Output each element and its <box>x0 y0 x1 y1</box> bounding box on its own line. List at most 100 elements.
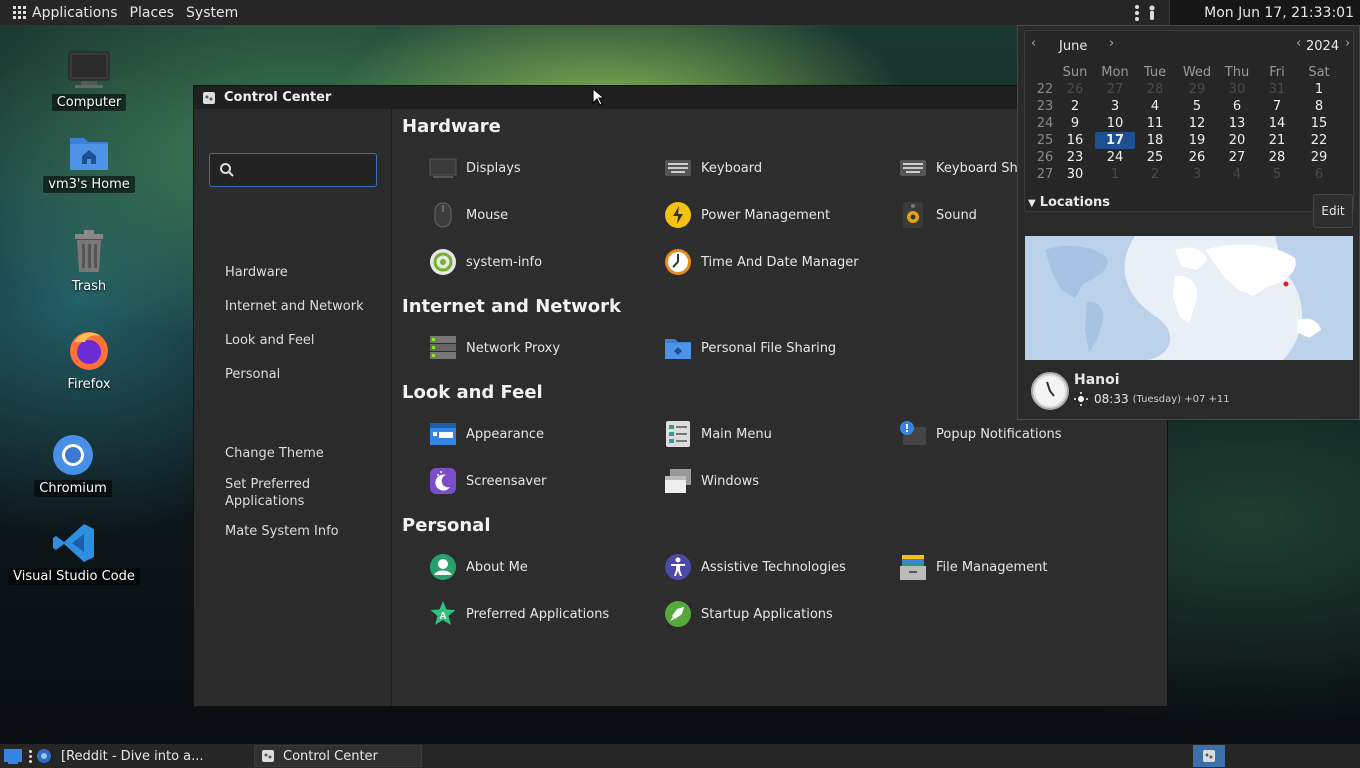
sidebar-link-look-feel[interactable]: Look and Feel <box>225 332 315 349</box>
show-desktop-icon[interactable] <box>3 747 23 765</box>
item-about-me[interactable]: About Me <box>429 552 528 582</box>
calendar-day[interactable]: 8 <box>1299 98 1339 115</box>
item-main-menu[interactable]: Main Menu <box>664 419 772 449</box>
calendar-day[interactable]: 1 <box>1299 81 1339 98</box>
calendar-day[interactable]: 9 <box>1055 115 1095 132</box>
item-assistive-technologies[interactable]: Assistive Technologies <box>664 552 846 582</box>
item-windows[interactable]: Windows <box>664 466 759 496</box>
item-time-date-manager[interactable]: Time And Date Manager <box>664 247 859 277</box>
edit-locations-button[interactable]: Edit <box>1313 194 1353 228</box>
calendar-day[interactable]: 5 <box>1177 98 1217 115</box>
calendar-day[interactable]: 3 <box>1095 98 1135 115</box>
calendar-day[interactable]: 26 <box>1177 149 1217 166</box>
calendar-day[interactable]: 31 <box>1257 81 1297 98</box>
more-options-icon[interactable] <box>1135 4 1140 21</box>
calendar-day[interactable]: 29 <box>1299 149 1339 166</box>
calendar-day[interactable]: 3 <box>1177 166 1217 183</box>
desktop-icon-computer[interactable]: Computer <box>51 50 127 111</box>
calendar-day[interactable]: 2 <box>1135 166 1175 183</box>
calendar-day[interactable]: 1 <box>1095 166 1135 183</box>
calendar-day[interactable]: 18 <box>1135 132 1175 149</box>
bottom-panel: [Reddit - Dive into a... Control Center <box>0 744 1360 768</box>
desktop-icon-firefox[interactable]: Firefox <box>52 328 126 393</box>
item-appearance[interactable]: Appearance <box>429 419 544 449</box>
calendar-day[interactable]: 16 <box>1055 132 1095 149</box>
clock[interactable]: Mon Jun 17, 21:33:01 <box>1169 0 1360 25</box>
calendar-day[interactable]: 28 <box>1257 149 1297 166</box>
calendar-day[interactable]: 13 <box>1217 115 1257 132</box>
prev-year-icon[interactable]: ‹ <box>1296 36 1301 51</box>
item-label: Keyboard <box>701 160 763 176</box>
sidebar-task-change-theme[interactable]: Change Theme <box>225 445 324 462</box>
calendar-day[interactable]: 19 <box>1177 132 1217 149</box>
item-sound[interactable]: Sound <box>899 200 977 230</box>
search-input[interactable] <box>240 160 370 180</box>
power-icon <box>664 201 692 229</box>
calendar-day[interactable]: 22 <box>1299 132 1339 149</box>
item-keyboard[interactable]: Keyboard <box>664 153 762 183</box>
sidebar-link-personal[interactable]: Personal <box>225 366 280 383</box>
sidebar-task-system-info[interactable]: Mate System Info <box>225 523 339 540</box>
item-popup-notifications[interactable]: Popup Notifications <box>899 419 1062 449</box>
sidebar-task-preferred-apps[interactable]: Set Preferred Applications <box>225 476 335 510</box>
calendar-day[interactable]: 21 <box>1257 132 1297 149</box>
item-keyboard-shortcuts[interactable]: Keyboard Sho <box>899 153 1026 183</box>
calendar-day[interactable]: 27 <box>1217 149 1257 166</box>
calendar-day[interactable]: 24 <box>1095 149 1135 166</box>
home-folder-icon <box>70 138 108 170</box>
item-file-management[interactable]: File Management <box>899 552 1048 582</box>
desktop-icon-label: Visual Studio Code <box>8 568 140 585</box>
calendar-day[interactable]: 29 <box>1177 81 1217 98</box>
calendar-day[interactable]: 2 <box>1055 98 1095 115</box>
calendar-day[interactable]: 15 <box>1299 115 1339 132</box>
calendar-day[interactable]: 30 <box>1217 81 1257 98</box>
calendar-day[interactable]: 25 <box>1135 149 1175 166</box>
calendar-day[interactable]: 11 <box>1135 115 1175 132</box>
calendar-day[interactable]: 12 <box>1177 115 1217 132</box>
item-personal-file-sharing[interactable]: Personal File Sharing <box>664 333 836 363</box>
calendar-day[interactable]: 5 <box>1257 166 1297 183</box>
panel-handle-icon[interactable] <box>29 749 32 763</box>
calendar-day[interactable]: 20 <box>1217 132 1257 149</box>
calendar-day[interactable]: 23 <box>1055 149 1095 166</box>
applications-menu-label: Applications <box>32 4 118 21</box>
item-preferred-applications[interactable]: A Preferred Applications <box>429 599 609 629</box>
task-browser[interactable]: [Reddit - Dive into a... <box>55 745 251 767</box>
item-screensaver[interactable]: Screensaver <box>429 466 546 496</box>
search-field[interactable] <box>209 153 377 187</box>
desktop-icon-home[interactable]: vm3's Home <box>43 132 135 193</box>
calendar-day[interactable]: 10 <box>1095 115 1135 132</box>
calendar-day[interactable]: 30 <box>1055 166 1095 183</box>
next-month-icon[interactable]: › <box>1109 36 1114 51</box>
calendar-day[interactable]: 6 <box>1299 166 1339 183</box>
calendar-day[interactable]: 28 <box>1135 81 1175 98</box>
item-displays[interactable]: Displays <box>429 153 521 183</box>
sidebar-link-hardware[interactable]: Hardware <box>225 264 288 281</box>
desktop-icon-vscode[interactable]: Visual Studio Code <box>8 522 140 585</box>
calendar-day[interactable]: 7 <box>1257 98 1297 115</box>
calendar-day-today[interactable]: 17 <box>1095 132 1135 149</box>
item-network-proxy[interactable]: Network Proxy <box>429 333 560 363</box>
task-control-center[interactable]: Control Center <box>254 745 422 767</box>
calendar-day[interactable]: 6 <box>1217 98 1257 115</box>
applications-menu[interactable]: Applications <box>0 0 124 25</box>
item-system-info[interactable]: system-info <box>429 247 542 277</box>
desktop-icon-chromium[interactable]: Chromium <box>34 434 112 497</box>
desktop-icon-trash[interactable]: Trash <box>52 230 126 295</box>
places-menu[interactable]: Places <box>124 0 181 25</box>
calendar-day[interactable]: 4 <box>1135 98 1175 115</box>
workspace-switcher[interactable] <box>1193 745 1225 767</box>
accessibility-icon[interactable] <box>1147 5 1157 21</box>
calendar-day[interactable]: 4 <box>1217 166 1257 183</box>
calendar-day[interactable]: 27 <box>1095 81 1135 98</box>
locations-header[interactable]: ▼ Locations <box>1028 195 1110 210</box>
item-startup-applications[interactable]: Startup Applications <box>664 599 833 629</box>
prev-month-icon[interactable]: ‹ <box>1031 36 1036 51</box>
system-menu[interactable]: System <box>180 0 244 25</box>
calendar-day[interactable]: 14 <box>1257 115 1297 132</box>
item-mouse[interactable]: Mouse <box>429 200 508 230</box>
item-power-management[interactable]: Power Management <box>664 200 830 230</box>
next-year-icon[interactable]: › <box>1345 36 1350 51</box>
sidebar-link-internet-network[interactable]: Internet and Network <box>225 298 364 315</box>
calendar-day[interactable]: 26 <box>1055 81 1095 98</box>
